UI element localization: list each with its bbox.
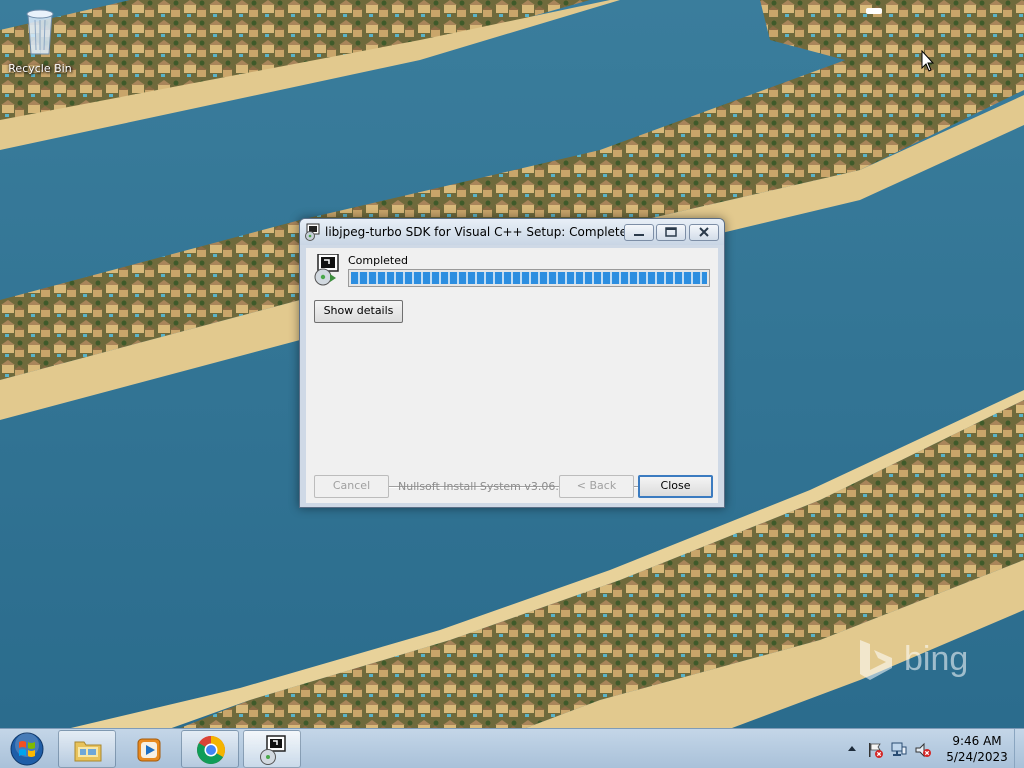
folder-icon [74, 741, 102, 762]
chrome-icon [197, 736, 225, 764]
window-client-area: Completed Show details Cancel Nullsoft I… [306, 248, 718, 503]
progress-bar [348, 269, 710, 287]
status-text: Completed [348, 254, 408, 267]
back-button[interactable]: < Back [559, 475, 634, 498]
windows-logo-icon [10, 732, 44, 766]
taskbar-explorer-button[interactable] [58, 730, 116, 768]
cancel-button[interactable]: Cancel [314, 475, 389, 498]
maximize-button[interactable] [656, 224, 686, 241]
system-tray: 9:46 AM 5/24/2023 [842, 729, 1024, 768]
show-details-button[interactable]: Show details [314, 300, 403, 323]
recycle-bin-label: Recycle Bin [8, 62, 72, 75]
installer-icon [314, 254, 339, 286]
show-hidden-icons-icon[interactable] [846, 741, 858, 755]
recycle-bin-icon [26, 9, 54, 55]
media-player-icon [137, 738, 161, 762]
setup-window: libjpeg-turbo SDK for Visual C++ Setup: … [299, 218, 725, 508]
installer-icon [260, 735, 286, 765]
maximize-icon [665, 227, 677, 237]
taskbar: 9:46 AM 5/24/2023 [0, 728, 1024, 768]
window-title: libjpeg-turbo SDK for Visual C++ Setup: … [325, 225, 635, 239]
start-button[interactable] [2, 730, 52, 768]
volume-muted-icon[interactable] [914, 741, 932, 759]
minimize-button[interactable] [624, 224, 654, 241]
network-icon[interactable] [890, 741, 908, 759]
progress-fill [351, 272, 707, 284]
window-close-button[interactable] [689, 224, 719, 241]
installer-icon [305, 223, 320, 241]
action-center-flag-icon[interactable] [866, 741, 884, 759]
taskbar-chrome-button[interactable] [181, 730, 239, 768]
title-bar[interactable]: libjpeg-turbo SDK for Visual C++ Setup: … [300, 219, 724, 245]
nsis-branding-text: Nullsoft Install System v3.06.1 [398, 480, 566, 493]
minimize-icon [634, 234, 644, 236]
close-button[interactable]: Close [638, 475, 713, 498]
bing-logo-text: bing [904, 640, 969, 678]
bing-logo: bing [856, 638, 976, 686]
clock-time: 9:46 AM [952, 734, 1002, 748]
show-desktop-button[interactable] [1014, 729, 1024, 768]
desktop: Recycle Bin bing libjpeg-turbo SDK for V… [0, 0, 1024, 768]
recycle-bin-shortcut[interactable]: Recycle Bin [4, 4, 76, 76]
taskbar-installer-button[interactable] [243, 730, 301, 768]
clock-date: 5/24/2023 [946, 750, 1008, 764]
bing-b-icon [860, 640, 892, 680]
taskbar-media-player-button[interactable] [119, 730, 179, 768]
close-icon [699, 227, 709, 237]
taskbar-clock[interactable]: 9:46 AM 5/24/2023 [946, 733, 1008, 765]
mouse-cursor-icon [921, 50, 935, 72]
